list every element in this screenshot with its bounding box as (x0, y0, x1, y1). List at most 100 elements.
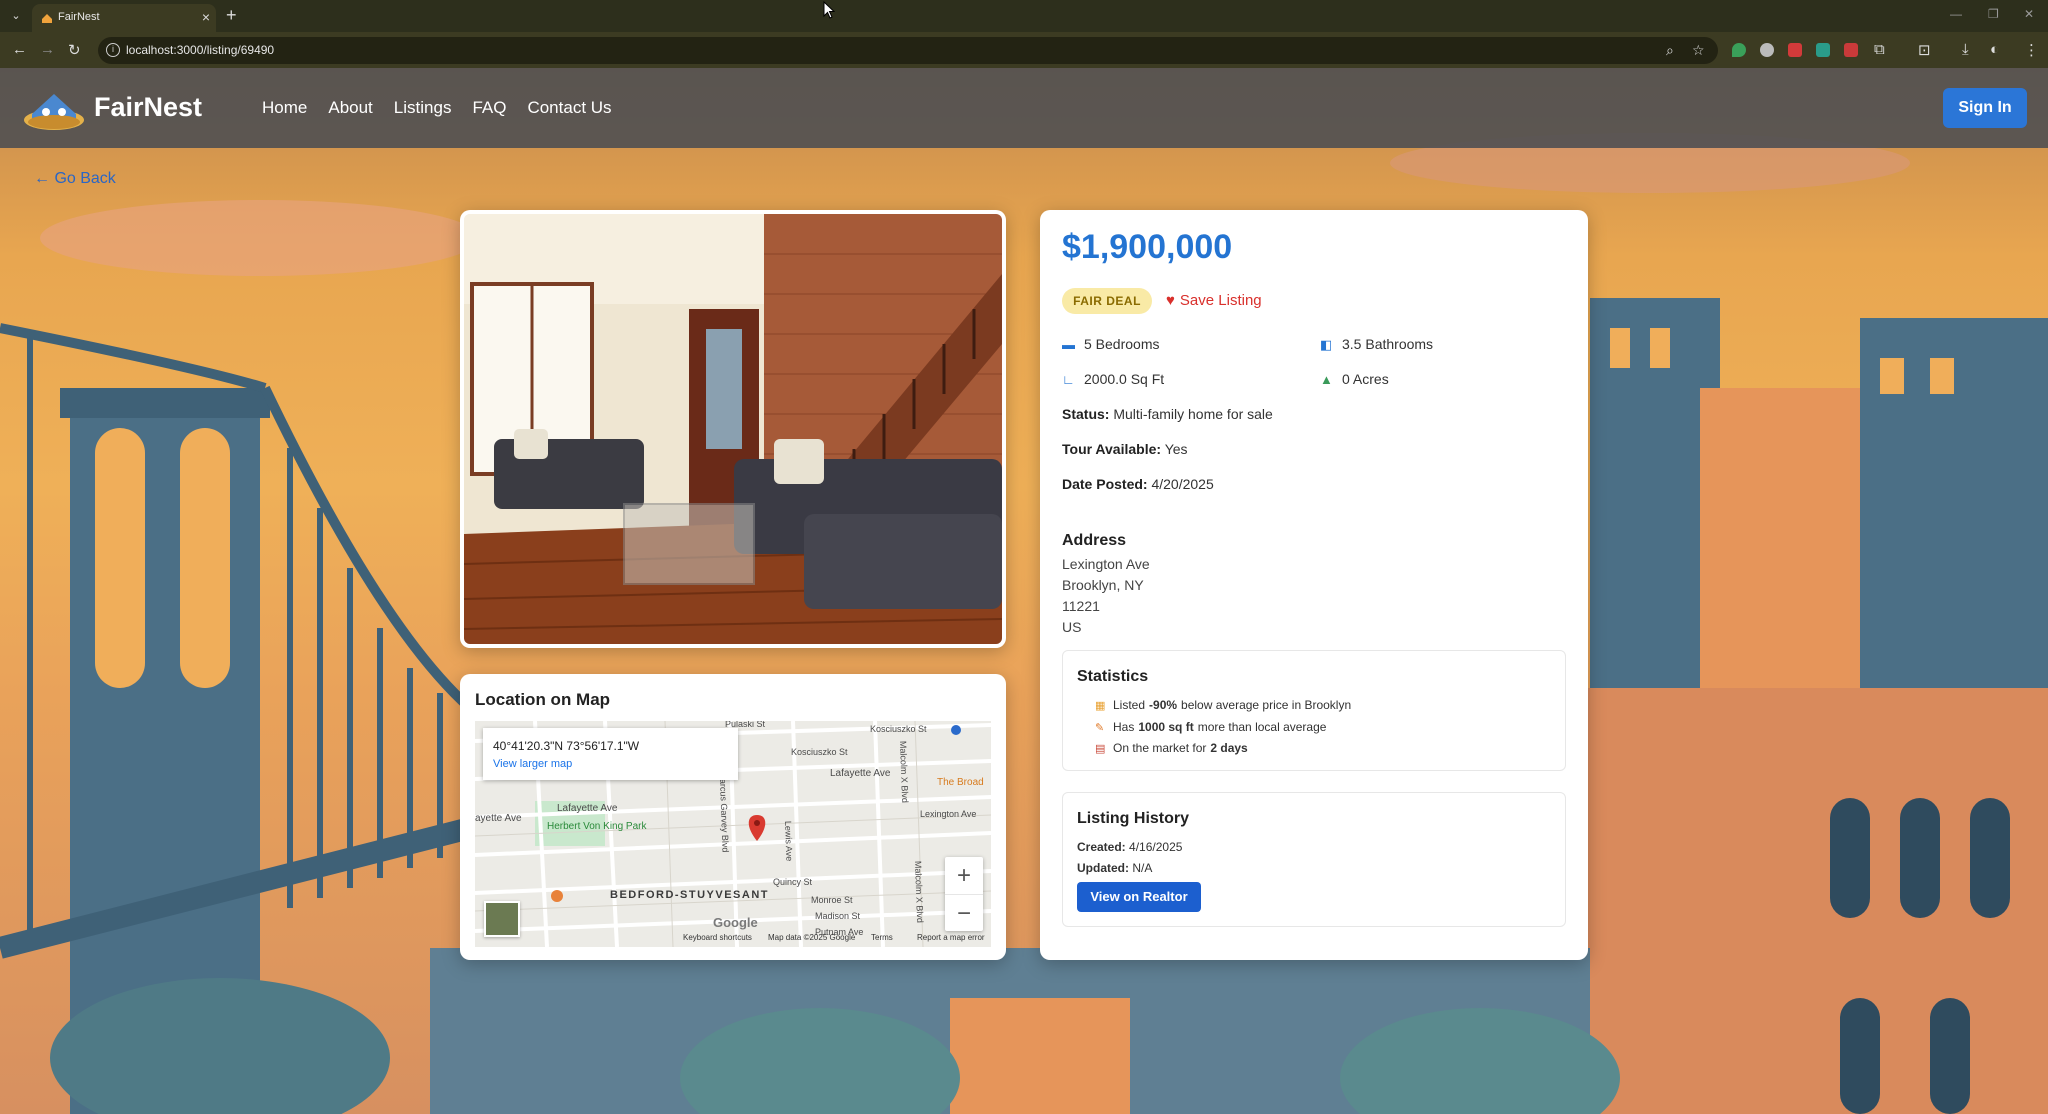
acres-feature: ▲ 0 Acres (1320, 371, 1389, 387)
status-label: Status: (1062, 406, 1110, 422)
terms-link[interactable]: Terms (871, 933, 893, 942)
map-label-kosciuszko: Kosciuszko St (870, 724, 927, 734)
listing-photo[interactable] (464, 214, 1002, 644)
url-text[interactable]: localhost:3000/listing/69490 (126, 43, 274, 57)
keyboard-shortcuts-link[interactable]: Keyboard shortcuts (683, 933, 752, 942)
date-posted-label: Date Posted: (1062, 476, 1148, 492)
map-label-kosciuszko-2: Kosciuszko St (791, 747, 848, 757)
minimize-icon[interactable]: — (1950, 7, 1962, 21)
map-label-bedstuy: BEDFORD-STUYVESANT (610, 889, 769, 901)
map-zoom-controls: + − (945, 857, 983, 931)
listing-history-panel: Listing History Created: 4/16/2025 Updat… (1062, 792, 1566, 927)
created-label: Created: (1077, 840, 1126, 854)
statistics-heading: Statistics (1077, 668, 1149, 685)
extension-red-icon[interactable] (1788, 43, 1802, 57)
bathrooms-feature: ◧ 3.5 Bathrooms (1320, 336, 1433, 353)
map-label-park: Herbert Von King Park (547, 821, 647, 832)
stat-3-prefix: On the market for (1113, 741, 1207, 755)
location-map-card: Location on Map Pulaski St Kosciuszko St… (460, 674, 1006, 960)
listing-history-heading: Listing History (1077, 810, 1190, 827)
statistics-panel: Statistics ▦ Listed -90% below average pric… (1062, 650, 1566, 771)
view-on-realtor-button[interactable]: View on Realtor (1077, 882, 1201, 912)
tree-icon: ▲ (1320, 372, 1333, 387)
nav-link-home[interactable]: Home (262, 98, 307, 118)
address-city: Brooklyn, NY (1062, 577, 1144, 593)
map-label-lewis: Lewis Ave (783, 821, 794, 862)
address-heading: Address (1062, 532, 1127, 549)
nav-link-faq[interactable]: FAQ (472, 98, 506, 118)
save-listing-label: Save Listing (1179, 292, 1262, 309)
mouse-cursor-icon (823, 1, 835, 19)
sign-in-button[interactable]: Sign In (1943, 88, 2027, 128)
menu-kebab-icon[interactable]: ⋮ (2024, 41, 2039, 59)
acres-text: 0 Acres (1342, 371, 1389, 387)
address-zip: 11221 (1062, 598, 1100, 614)
tab-search-icon[interactable]: ⌄ (6, 7, 26, 25)
created-value: 4/16/2025 (1129, 840, 1183, 854)
zoom-in-button[interactable]: + (945, 857, 983, 894)
forward-icon[interactable]: → (40, 41, 55, 58)
embedded-map[interactable]: Pulaski St Kosciuszko St Kosciuszko St L… (475, 721, 991, 947)
extensions-puzzle-icon[interactable]: ⧉ (1874, 41, 1885, 58)
nav-link-about[interactable]: About (328, 98, 372, 118)
updated-value: N/A (1132, 861, 1153, 875)
bedrooms-text: 5 Bedrooms (1084, 336, 1160, 352)
date-posted-value: 4/20/2025 (1151, 476, 1214, 492)
extension-circle-icon[interactable] (1760, 43, 1774, 57)
zoom-out-button[interactable]: − (945, 894, 983, 931)
browser-tab[interactable]: FairNest × (32, 4, 216, 32)
tab-close-icon[interactable]: × (202, 9, 210, 25)
restore-icon[interactable]: ❐ (1988, 7, 1999, 21)
go-back-link[interactable]: ← Go Back (34, 170, 116, 188)
fairnest-logo[interactable] (20, 84, 88, 132)
google-logo: Google (713, 915, 758, 930)
history-created-row: Created: 4/16/2025 (1077, 840, 1182, 854)
download-icon[interactable]: ⤓ (1962, 41, 1969, 58)
map-label-lafayette-right: Lafayette Ave (830, 768, 891, 779)
extension-gift-icon[interactable] (1844, 43, 1858, 57)
stat-price-line: ▦ Listed -90% below average price in Brookl… (1095, 698, 1351, 712)
nav-link-listings[interactable]: Listings (394, 98, 452, 118)
nav-link-contact[interactable]: Contact Us (527, 98, 611, 118)
status-row: Status: Multi-family home for sale (1062, 406, 1273, 422)
address-bar[interactable]: i localhost:3000/listing/69490 ⌕ ☆ (98, 37, 1718, 64)
stat-size-line: ✎ Has 1000 sq ft more than local average (1095, 720, 1326, 734)
sqft-text: 2000.0 Sq Ft (1084, 371, 1165, 387)
map-info-box: 40°41'20.3"N 73°56'17.1"W View larger ma… (483, 728, 738, 780)
stat-1-suffix: below average price in Brooklyn (1181, 698, 1352, 712)
browser-toolbar: ← → ↻ i localhost:3000/listing/69490 ⌕ ☆… (0, 32, 2048, 68)
site-navbar: FairNest Home About Listings FAQ Contact… (0, 68, 2048, 148)
bedrooms-feature: ▬ 5 Bedrooms (1062, 336, 1159, 352)
extension-shield-icon[interactable] (1732, 43, 1746, 57)
nav-links: Home About Listings FAQ Contact Us (262, 98, 612, 118)
date-posted-row: Date Posted: 4/20/2025 (1062, 476, 1214, 492)
browser-tab-bar: ⌄ FairNest × + — ❐ ✕ (0, 0, 2048, 32)
map-label-lexington: Lexington Ave (920, 809, 976, 819)
page: FairNest Home About Listings FAQ Contact… (0, 68, 2048, 1114)
map-title: Location on Map (475, 690, 611, 709)
reload-icon[interactable]: ↻ (68, 41, 81, 59)
city-background-illustration (0, 133, 2048, 1114)
stat-1-prefix: Listed (1113, 698, 1146, 712)
satellite-toggle[interactable] (484, 901, 520, 937)
fair-deal-badge: FAIR DEAL (1062, 288, 1152, 314)
report-map-error-link[interactable]: Report a map error (917, 933, 985, 942)
map-label-lafayette-left: Lafayette Ave (557, 803, 618, 814)
ruler-icon: ∟ (1062, 372, 1075, 387)
tour-label: Tour Available: (1062, 441, 1162, 457)
stat-2-suffix: more than local average (1197, 720, 1327, 734)
site-info-icon[interactable]: i (106, 43, 120, 57)
bookmark-star-icon[interactable]: ☆ (1692, 42, 1705, 59)
window-close-icon[interactable]: ✕ (2024, 7, 2034, 21)
zoom-icon[interactable]: ⌕ (1666, 42, 1674, 59)
view-larger-map-link[interactable]: View larger map (493, 758, 572, 770)
save-listing-button[interactable]: ♥ Save Listing (1166, 292, 1262, 309)
back-icon[interactable]: ← (12, 41, 27, 58)
brand-name[interactable]: FairNest (94, 92, 202, 123)
extension-sheet-icon[interactable] (1816, 43, 1830, 57)
new-tab-icon[interactable]: + (226, 5, 237, 26)
calendar-icon: ▤ (1095, 743, 1106, 755)
listing-photo-card (460, 210, 1006, 648)
profile-icon[interactable]: ⊡ (1918, 41, 1931, 59)
media-icon[interactable]: ◐ (1990, 41, 1999, 58)
